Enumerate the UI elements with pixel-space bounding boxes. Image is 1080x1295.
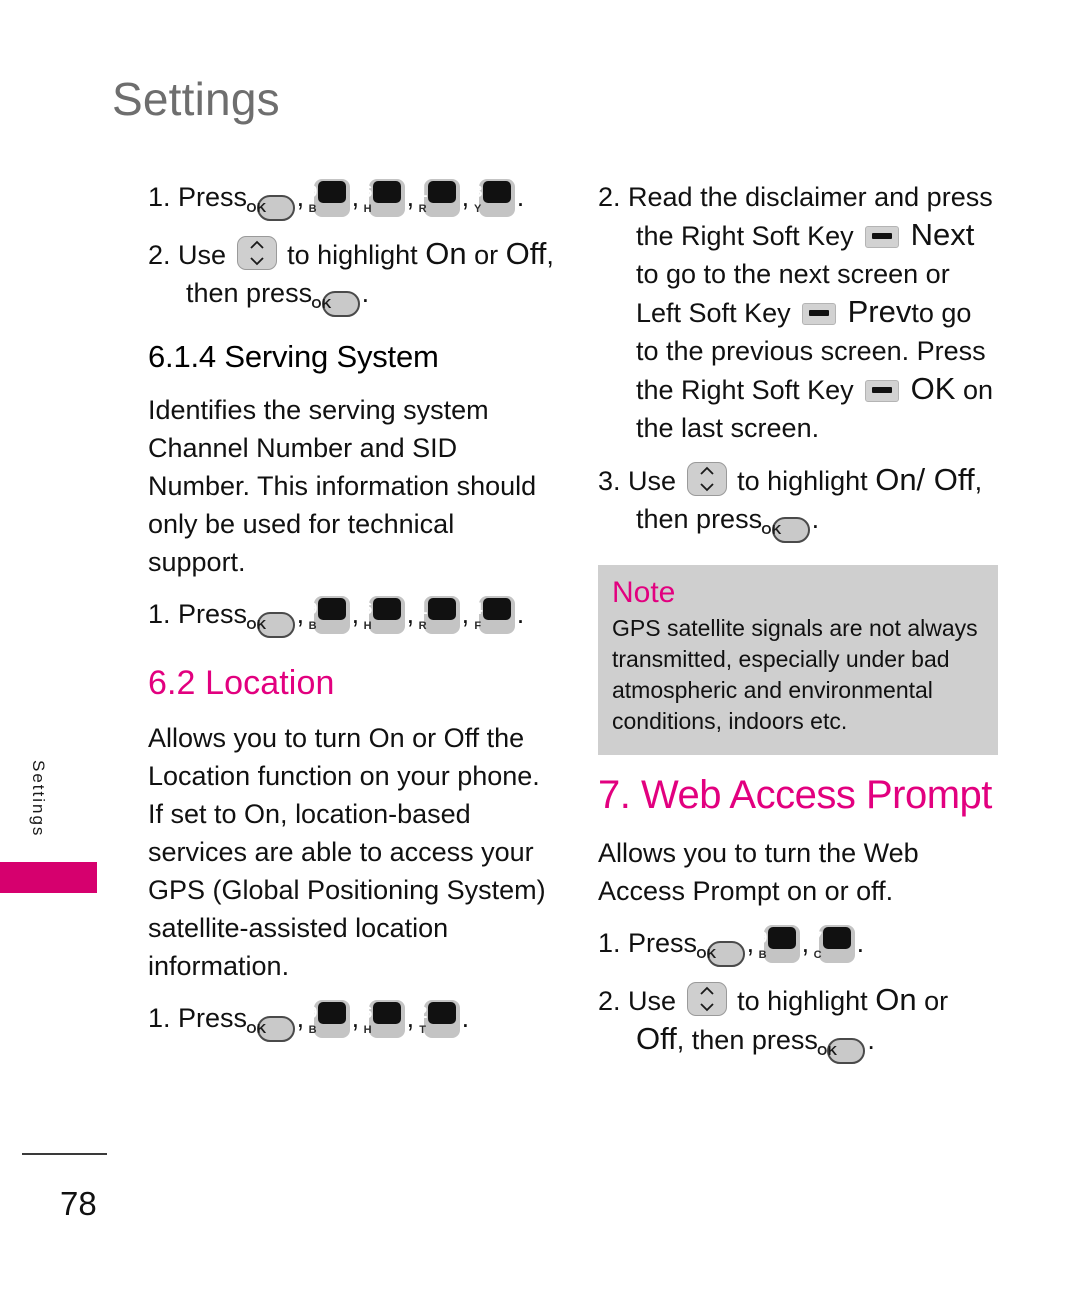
step-read-disclaimer: 2. Read the disclaimer and press the Rig… xyxy=(598,178,998,447)
option-off: Off xyxy=(505,236,547,271)
step-label: 1. Press xyxy=(148,182,248,212)
soft-key-icon xyxy=(865,226,900,248)
option-on: On xyxy=(875,982,917,1017)
footer-divider xyxy=(22,1153,107,1155)
step-text: to highlight xyxy=(737,986,868,1016)
keypad-2-key-icon: 2T xyxy=(418,1000,460,1038)
note-body: GPS satellite signals are not always tra… xyxy=(612,615,978,734)
left-soft-key-label: Left Soft Key xyxy=(636,298,791,328)
keypad-1-key-icon: 1R xyxy=(418,596,460,634)
note-title: Note xyxy=(612,576,676,609)
softkey-action-next: Next xyxy=(910,217,975,252)
heading-web-access-prompt: 7. Web Access Prompt xyxy=(598,773,992,817)
keypad-9-key-icon: 9B xyxy=(308,596,350,634)
step-press-962: 1. Press OK, 9B, 6H, 2T. xyxy=(148,999,558,1042)
heading-serving-system: 6.1.4 Serving System xyxy=(148,339,439,374)
ok-key-icon: OK xyxy=(311,291,360,317)
keypad-6-key-icon: 6H xyxy=(363,1000,405,1038)
keypad-6-key-icon: 6H xyxy=(363,179,405,217)
comma: , xyxy=(974,466,983,496)
step-label: 1. Press xyxy=(148,599,248,629)
conjunction: or xyxy=(924,986,949,1016)
ok-key-icon: OK xyxy=(246,1016,295,1042)
step-lead-text: 2. Read the disclaimer and press xyxy=(598,182,993,212)
ok-key-icon: OK xyxy=(696,941,745,967)
keypad-7-key-icon: 7C xyxy=(813,925,855,963)
keypad-9-key-icon: 9B xyxy=(308,179,350,217)
step-text: to highlight xyxy=(287,240,418,270)
page-title: Settings xyxy=(112,73,280,125)
soft-key-icon xyxy=(865,380,900,402)
step-use-highlight-onoff: 2. Use to highlight On or Off, then pres… xyxy=(148,235,558,317)
keypad-9-key-icon: 9B xyxy=(308,1000,350,1038)
step-press-9613: 1. Press OK, 9B, 6H, 1R, 3Y. xyxy=(148,178,558,221)
heading-location: 6.2 Location xyxy=(148,664,335,702)
manual-page: Settings Settings 1. Press OK, 9B, 6H, 1… xyxy=(0,0,1080,1295)
serving-system-body: Identifies the serving system Channel Nu… xyxy=(148,395,537,577)
keypad-3-key-icon: 3Y xyxy=(473,179,515,217)
location-body: Allows you to turn On or Off the Locatio… xyxy=(148,723,546,981)
step-tail-text: to the previous screen. Press xyxy=(636,336,986,366)
option-on: On xyxy=(425,236,467,271)
step-label: 2. Use xyxy=(598,986,677,1016)
ok-key-icon: OK xyxy=(761,517,810,543)
softkey-action-prev: Prev xyxy=(847,294,912,329)
step-label: 2. Use xyxy=(148,240,227,270)
page-number: 78 xyxy=(60,1185,97,1222)
step-label: 1. Press xyxy=(148,1003,248,1033)
step-label: 3. Use xyxy=(598,466,677,496)
note-box: Note GPS satellite signals are not alway… xyxy=(598,565,998,755)
keypad-9-key-icon: 9B xyxy=(758,925,800,963)
right-column: 2. Read the disclaimer and press the Rig… xyxy=(598,178,998,1078)
step-mid-text: to go to the next screen or xyxy=(636,259,950,289)
ok-key-icon: OK xyxy=(246,195,295,221)
side-tab-marker xyxy=(0,862,97,893)
step-prev-tail: to go xyxy=(911,298,972,328)
option-on-off: On/ Off xyxy=(875,462,975,497)
option-off: Off xyxy=(636,1021,677,1056)
soft-key-icon xyxy=(802,303,837,325)
step-text: to highlight xyxy=(737,466,868,496)
keypad-1-key-icon: 1R xyxy=(418,179,460,217)
left-column: 1. Press OK, 9B, 6H, 1R, 3Y. 2. Use to h… xyxy=(148,178,558,1056)
step-use-highlight-onoff-web: 2. Use to highlight On or Off, then pres… xyxy=(598,981,998,1064)
softkey-action-ok: OK xyxy=(910,371,956,406)
navigation-updown-key-icon xyxy=(686,982,727,1016)
step-text-tail: then press xyxy=(636,504,763,534)
navigation-updown-key-icon xyxy=(686,462,727,496)
step-label: 1. Press xyxy=(598,928,698,958)
step-press-9614: 1. Press OK, 9B, 6H, 1R, 4F. xyxy=(148,595,558,638)
ok-key-icon: OK xyxy=(817,1038,866,1064)
right-soft-key-label: the Right Soft Key xyxy=(636,221,854,251)
step-use-highlight-on-off: 3. Use to highlight On/ Off, then press … xyxy=(598,461,998,543)
web-access-body: Allows you to turn the Web Access Prompt… xyxy=(598,838,919,906)
conjunction: or xyxy=(474,240,499,270)
navigation-updown-key-icon xyxy=(236,236,277,270)
keypad-4-key-icon: 4F xyxy=(473,596,515,634)
right-soft-key-label-2: the Right Soft Key xyxy=(636,375,854,405)
step-press-97: 1. Press OK, 9B, 7C. xyxy=(598,924,998,967)
ok-key-icon: OK xyxy=(246,612,295,638)
keypad-6-key-icon: 6H xyxy=(363,596,405,634)
step-text-tail: , then press xyxy=(676,1025,818,1055)
